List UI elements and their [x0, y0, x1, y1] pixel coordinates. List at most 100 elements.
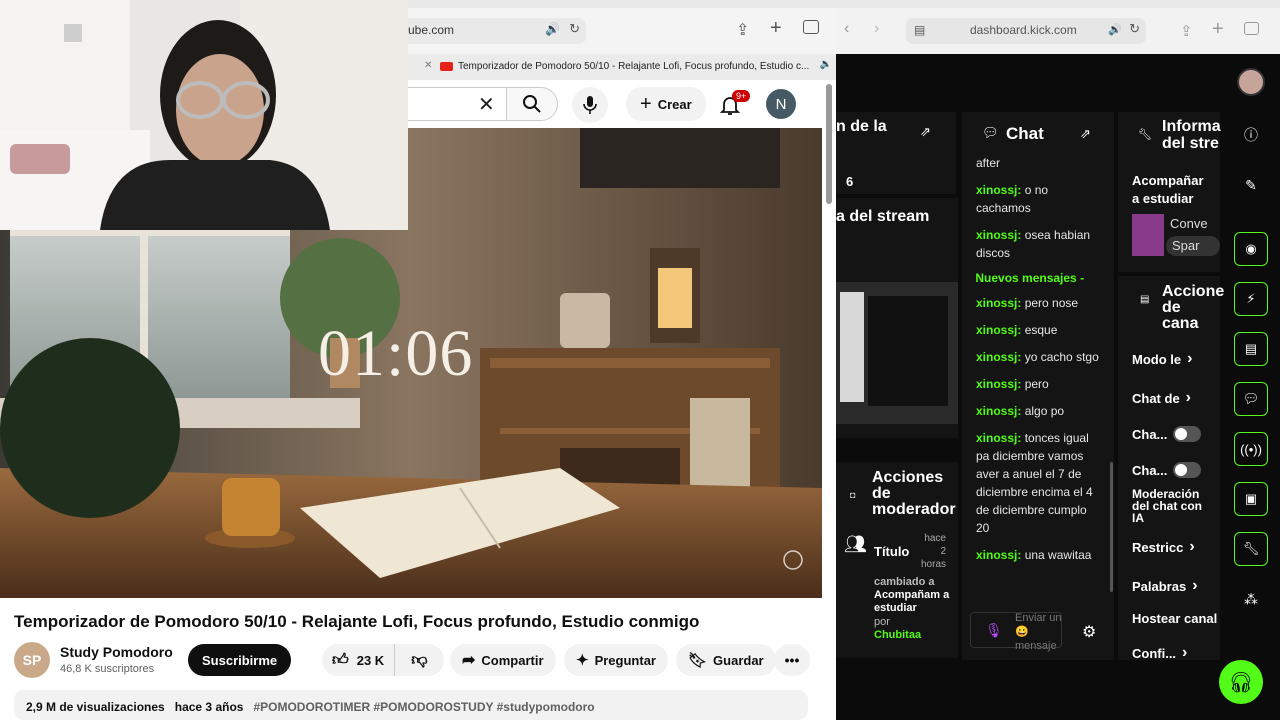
hashtags[interactable]: #POMODOROTIMER #POMODOROSTUDY #studypomo…	[253, 700, 594, 714]
info-icon[interactable]: ⓘ	[1234, 118, 1268, 152]
save-button[interactable]: 🔖︎ Guardar	[676, 644, 776, 676]
kick-tabs-icon[interactable]	[1244, 22, 1259, 35]
chevron-right-icon: ›	[1182, 644, 1188, 661]
mod-item-title: Título	[874, 544, 910, 559]
action-confi[interactable]: Confi... ›	[1132, 644, 1187, 662]
actions-title: Accione de cana	[1162, 283, 1225, 332]
reload-icon[interactable]: ↻	[569, 21, 580, 37]
document-icon[interactable]: ▤	[1234, 332, 1268, 366]
upload-age: hace 3 años	[174, 700, 244, 714]
mod-icon: ◘	[850, 490, 856, 500]
chat-message: xinossj: algo po	[976, 404, 1065, 418]
audio-icon[interactable]: 🔊	[545, 22, 560, 36]
mod-title: Acciones de moderador	[872, 469, 956, 518]
youtube-browser-window: ube.com 🔊 ↻ ⇪ + ✕ Temporizador de Pomodo…	[0, 0, 836, 720]
search-button[interactable]	[506, 87, 558, 121]
support-button[interactable]: 🎧︎	[1219, 660, 1263, 704]
action-hostear-label: Hostear canal	[1132, 611, 1218, 626]
action-restric[interactable]: Restricc ›	[1132, 538, 1195, 556]
kick-reload-icon[interactable]: ↻	[1129, 21, 1140, 37]
more-actions-button[interactable]: •••	[774, 644, 810, 676]
webcam-overlay	[0, 0, 408, 230]
chat-bubble-icon: 💬︎	[982, 125, 999, 140]
ask-button[interactable]: ✦ Preguntar	[564, 644, 668, 676]
kick-share-icon[interactable]: ⇪	[1180, 22, 1193, 40]
chat-scrollbar[interactable]	[1110, 462, 1113, 592]
scrollbar-thumb[interactable]	[826, 84, 832, 204]
action-modo[interactable]: Modo le ›	[1132, 350, 1192, 368]
tab-audio-icon[interactable]: 🔈	[820, 59, 832, 70]
forward-icon[interactable]: ›	[874, 20, 879, 38]
tab-title[interactable]: Temporizador de Pomodoro 50/10 - Relajan…	[458, 61, 809, 72]
chat-settings-icon[interactable]: ⚙	[1082, 622, 1096, 642]
close-tab-icon[interactable]: ✕	[424, 60, 432, 71]
kick-address-bar[interactable]: ▤ dashboard.kick.com 🔊 ↻	[906, 18, 1146, 44]
address-bar[interactable]: ube.com 🔊 ↻	[400, 18, 586, 44]
create-button[interactable]: + Crear	[626, 87, 706, 121]
action-toggle-2[interactable]: Cha...	[1132, 462, 1202, 478]
user-avatar[interactable]	[1237, 68, 1265, 96]
lightning-icon[interactable]: ⚡︎	[1234, 282, 1268, 316]
layout-icon[interactable]: ▣	[1234, 482, 1268, 516]
back-icon[interactable]: ‹	[844, 20, 849, 38]
kick-audio-icon[interactable]: 🔊	[1108, 23, 1122, 36]
ask-label: Preguntar	[594, 652, 656, 668]
wrench-tool-icon[interactable]: 🔧︎	[1234, 532, 1268, 566]
edit-icon[interactable]: ✎	[1234, 168, 1268, 202]
action-toggle-1[interactable]: Cha...	[1132, 426, 1202, 442]
screenshot-icon[interactable]: ◉	[1234, 232, 1268, 266]
like-button[interactable]: 👍︎ 23 K	[322, 644, 396, 676]
pomodoro-timer: 01:06	[318, 317, 474, 390]
info-tag[interactable]: Spar	[1166, 236, 1220, 256]
chat-mic-icon[interactable]: 🎙︎	[985, 622, 1003, 639]
action-hostear[interactable]: Hostear canal	[1132, 611, 1217, 626]
info-thumbnail[interactable]	[1132, 214, 1164, 256]
chat-message: xinossj: yo cacho stgo	[976, 350, 1099, 364]
bookmark-icon: 🔖︎	[688, 652, 708, 669]
notifications-button[interactable]: 9+	[716, 90, 751, 120]
action-palabras[interactable]: Palabras ›	[1132, 577, 1198, 595]
action-chat-label: Chat de	[1132, 390, 1180, 406]
channel-name[interactable]: Study Pomodoro	[60, 644, 173, 660]
share-arrow-icon: ➦	[462, 652, 476, 669]
more-icon: •••	[784, 652, 800, 668]
kick-address-text: dashboard.kick.com	[970, 23, 1077, 37]
chat-message: xinossj: osea habian discos	[976, 228, 1091, 260]
chat-panel: 💬︎ Chat ⇗ after xinossj: o no cachamos x…	[962, 112, 1114, 660]
action-chat[interactable]: Chat de ›	[1132, 389, 1191, 407]
chat-message: xinossj: esque	[976, 323, 1058, 337]
chat-icon[interactable]: 💬︎	[1234, 382, 1268, 416]
popout-icon[interactable]: ⇗	[920, 124, 931, 140]
nodes-icon[interactable]: ⁂	[1234, 582, 1268, 616]
toggle-switch[interactable]	[1173, 426, 1202, 442]
kick-reader-icon[interactable]: ▤	[914, 23, 925, 37]
kick-new-tab-icon[interactable]: +	[1212, 18, 1224, 41]
account-avatar[interactable]: N	[766, 89, 796, 119]
channel-avatar[interactable]: SP	[14, 642, 50, 678]
address-text: ube.com	[408, 23, 455, 37]
description-box[interactable]: 2,9 M de visualizaciones hace 3 años #PO…	[14, 690, 808, 720]
share-label: Compartir	[481, 652, 544, 668]
mod-item-desc: cambiado a	[874, 576, 935, 588]
broadcast-icon[interactable]: ((•))	[1234, 432, 1268, 466]
voice-search-button[interactable]	[572, 87, 608, 123]
subscribe-label: Suscribirme	[202, 652, 278, 668]
mod-item-user: Chubitaa	[874, 629, 922, 641]
new-tab-icon[interactable]: +	[770, 17, 782, 40]
search-icon	[523, 95, 541, 113]
avatar-letter: N	[775, 95, 787, 113]
action-ai-moderation[interactable]: Moderación del chat con IA	[1132, 488, 1216, 524]
stream-preview-thumbnail[interactable]	[836, 282, 958, 424]
share-button[interactable]: ➦ Compartir	[450, 644, 556, 676]
subscribe-button[interactable]: Suscribirme	[188, 644, 292, 676]
toggle-switch[interactable]	[1173, 462, 1202, 478]
share-icon[interactable]: ⇪	[736, 20, 749, 40]
mod-item-time: hace 2 horas	[920, 533, 946, 570]
chat-popout-icon[interactable]: ⇗	[1080, 126, 1091, 142]
mod-user-icon: 👥︎	[844, 534, 867, 554]
dislike-button[interactable]: 👎︎	[401, 651, 437, 670]
chat-input[interactable]: 🎙︎ Enviar un 😀 mensaje	[970, 612, 1062, 652]
tabs-overview-icon[interactable]	[803, 20, 819, 34]
clear-search-icon[interactable]: ✕	[478, 92, 495, 117]
chat-message: xinossj: una wawitaa	[976, 548, 1092, 562]
